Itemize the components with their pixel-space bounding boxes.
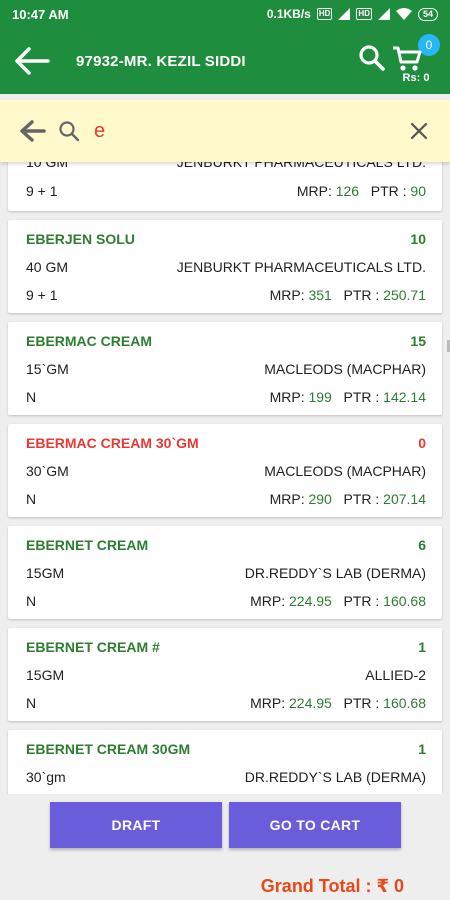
product-ptr: 90 — [410, 183, 426, 199]
product-company: DR.REDDY`S LAB (DERMA) — [244, 769, 426, 785]
network-speed: 0.1KB/s — [266, 7, 311, 21]
list-item[interactable]: 10 GM JENBURKT PHARMACEUTICALS LTD. 9 + … — [8, 162, 442, 211]
clear-search-button[interactable] — [394, 100, 444, 162]
product-name: EBERMAC CREAM 30`GM — [26, 435, 199, 451]
product-mrp: 126 — [335, 183, 360, 199]
product-scheme: N — [26, 491, 37, 507]
product-prices: MRP: 351 PTR : 250.71 — [269, 287, 426, 303]
product-mrp: 224.95 — [289, 593, 332, 609]
status-time: 10:47 AM — [12, 6, 69, 22]
back-arrow-icon — [15, 47, 50, 75]
product-company: DR.REDDY`S LAB (DERMA) — [244, 565, 426, 581]
search-icon — [359, 45, 385, 71]
product-mrp: 224.95 — [289, 695, 332, 711]
battery-icon: 54 — [417, 7, 438, 21]
product-ptr: 207.14 — [383, 491, 426, 507]
product-ptr: 160.68 — [383, 695, 426, 711]
search-back-button[interactable] — [10, 100, 54, 162]
product-pack: 10 GM — [26, 162, 69, 170]
go-to-cart-button[interactable]: GO TO CART — [229, 802, 401, 848]
product-pack: 15GM — [26, 667, 65, 683]
product-scheme: 9 + 1 — [26, 287, 58, 303]
status-icons: 0.1KB/s HD HD 54 — [267, 7, 438, 21]
search-button[interactable] — [354, 38, 390, 78]
volte-icon: HD — [316, 8, 333, 20]
product-qty: 10 — [410, 231, 426, 247]
product-prices: MRP: 224.95 PTR : 160.68 — [250, 593, 426, 609]
product-scheme: N — [26, 593, 37, 609]
back-button[interactable] — [0, 28, 64, 94]
list-item[interactable]: EBERMAC CREAM 15 15`GM MACLEODS (MACPHAR… — [8, 322, 442, 415]
product-pack: 30`gm — [26, 769, 66, 785]
search-field-icon-wrap — [54, 120, 84, 142]
volte2-icon: HD — [356, 8, 372, 20]
cart-icon — [393, 46, 422, 71]
product-scheme: N — [26, 389, 37, 405]
cart-button[interactable]: 0 Rs: 0 — [390, 32, 446, 90]
product-mrp: 351 — [308, 287, 332, 303]
draft-button[interactable]: DRAFT — [50, 802, 222, 848]
list-item[interactable]: EBERNET CREAM 30GM 1 30`gm DR.REDDY`S LA… — [8, 730, 442, 794]
status-bar: 10:47 AM 0.1KB/s HD HD 54 — [0, 0, 450, 28]
list-item[interactable]: EBERNET CREAM 6 15GM DR.REDDY`S LAB (DER… — [8, 526, 442, 619]
product-scheme: 9 + 1 — [26, 183, 58, 199]
product-prices: MRP: 199 PTR : 142.14 — [269, 389, 426, 405]
product-pack: 30`GM — [26, 463, 69, 479]
product-company: JENBURKT PHARMACEUTICALS LTD. — [176, 259, 426, 275]
close-icon — [410, 122, 428, 140]
product-qty: 15 — [410, 333, 426, 349]
product-qty: 1 — [418, 639, 426, 655]
product-scheme: N — [26, 695, 37, 711]
product-prices: MRP: 224.95 PTR : 160.68 — [250, 695, 426, 711]
product-ptr: 250.71 — [383, 287, 426, 303]
wifi-icon — [395, 8, 412, 20]
signal-icon — [338, 8, 351, 20]
product-qty: 0 — [418, 435, 426, 451]
product-pack: 15GM — [26, 565, 65, 581]
product-name: EBERNET CREAM — [26, 537, 149, 553]
product-company: MACLEODS (MACPHAR) — [264, 361, 426, 377]
product-list[interactable]: 10 GM JENBURKT PHARMACEUTICALS LTD. 9 + … — [0, 162, 450, 794]
search-bar — [0, 100, 450, 162]
product-name: EBERNET CREAM # — [26, 639, 160, 655]
product-name: EBERMAC CREAM — [26, 333, 152, 349]
list-item[interactable]: EBERJEN SOLU 10 40 GM JENBURKT PHARMACEU… — [8, 220, 442, 313]
search-icon — [59, 121, 80, 142]
back-arrow-icon — [20, 120, 46, 142]
product-company: MACLEODS (MACPHAR) — [264, 463, 426, 479]
product-prices: MRP: 126 PTR : 90 — [296, 183, 426, 199]
product-mrp: 199 — [308, 389, 332, 405]
product-qty: 1 — [418, 741, 426, 757]
product-prices: MRP: 290 PTR : 207.14 — [269, 491, 426, 507]
product-company: ALLIED-2 — [365, 667, 426, 683]
list-item[interactable]: EBERMAC CREAM 30`GM 0 30`GM MACLEODS (MA… — [8, 424, 442, 517]
product-mrp: 290 — [308, 491, 332, 507]
product-ptr: 160.68 — [383, 593, 426, 609]
product-pack: 15`GM — [26, 361, 69, 377]
bottom-bar: DRAFT GO TO CART Grand Total : ₹ 0 — [0, 794, 450, 900]
product-qty: 6 — [418, 537, 426, 553]
grand-total: Grand Total : ₹ 0 — [260, 876, 404, 896]
signal2-icon — [377, 8, 390, 20]
product-name: EBERJEN SOLU — [26, 231, 135, 247]
product-name: EBERNET CREAM 30GM — [26, 741, 191, 757]
cart-total: Rs: 0 — [402, 72, 430, 84]
list-item[interactable]: EBERNET CREAM # 1 15GM ALLIED-2 N MRP: 2… — [8, 628, 442, 721]
app-bar: 97932-MR. KEZIL SIDDI 0 Rs: 0 — [0, 28, 450, 94]
product-pack: 40 GM — [26, 259, 69, 275]
product-ptr: 142.14 — [383, 389, 426, 405]
search-input[interactable] — [94, 111, 394, 151]
product-company: JENBURKT PHARMACEUTICALS LTD. — [176, 162, 426, 170]
